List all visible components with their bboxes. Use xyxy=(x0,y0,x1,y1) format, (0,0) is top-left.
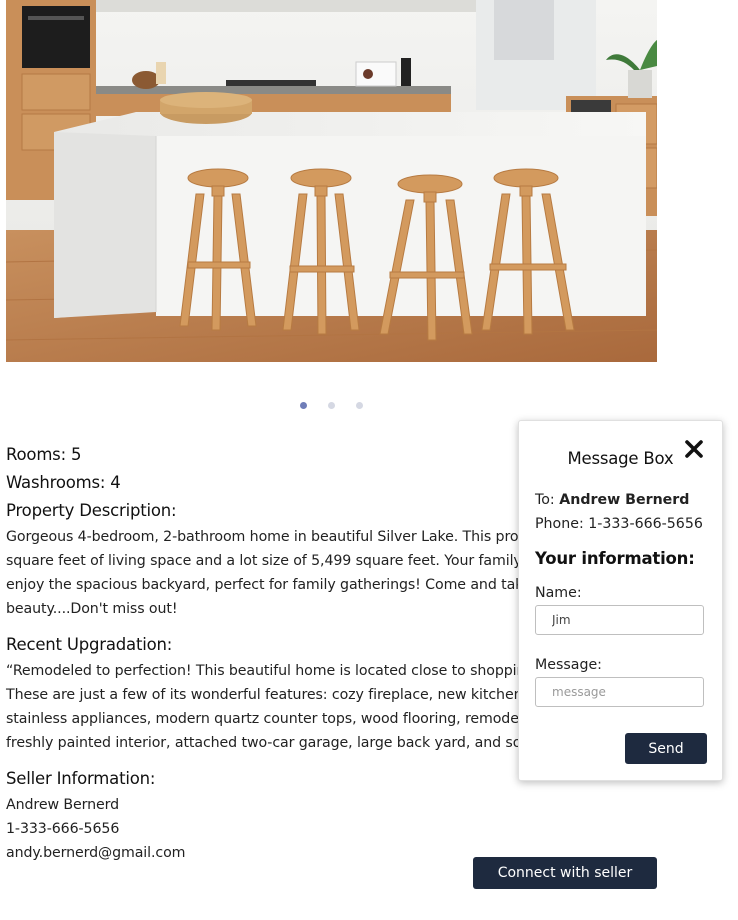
send-button[interactable]: Send xyxy=(625,733,707,764)
message-box-panel: Message Box To: Andrew Bernerd Phone: 1-… xyxy=(518,420,723,781)
carousel-dot-1[interactable] xyxy=(299,402,307,409)
property-photo xyxy=(6,0,657,362)
name-input[interactable] xyxy=(535,605,704,635)
seller-phone: 1-333-666-5656 xyxy=(6,821,120,837)
recipient-phone: Phone: 1-333-666-5656 xyxy=(535,516,703,532)
your-information-heading: Your information: xyxy=(535,549,695,568)
carousel-dots xyxy=(0,402,662,409)
message-label: Message: xyxy=(535,657,602,673)
connect-with-seller-button[interactable]: Connect with seller xyxy=(473,857,657,889)
carousel-dot-3[interactable] xyxy=(355,402,363,409)
carousel-dot-2[interactable] xyxy=(327,402,335,409)
recipient-prefix: To: xyxy=(535,492,560,508)
recipient-name: Andrew Bernerd xyxy=(559,492,690,508)
seller-name: Andrew Bernerd xyxy=(6,797,120,813)
message-input[interactable] xyxy=(535,677,704,707)
name-label: Name: xyxy=(535,585,582,601)
recipient-line: To: Andrew Bernerd xyxy=(535,492,689,508)
close-icon[interactable] xyxy=(682,437,706,461)
